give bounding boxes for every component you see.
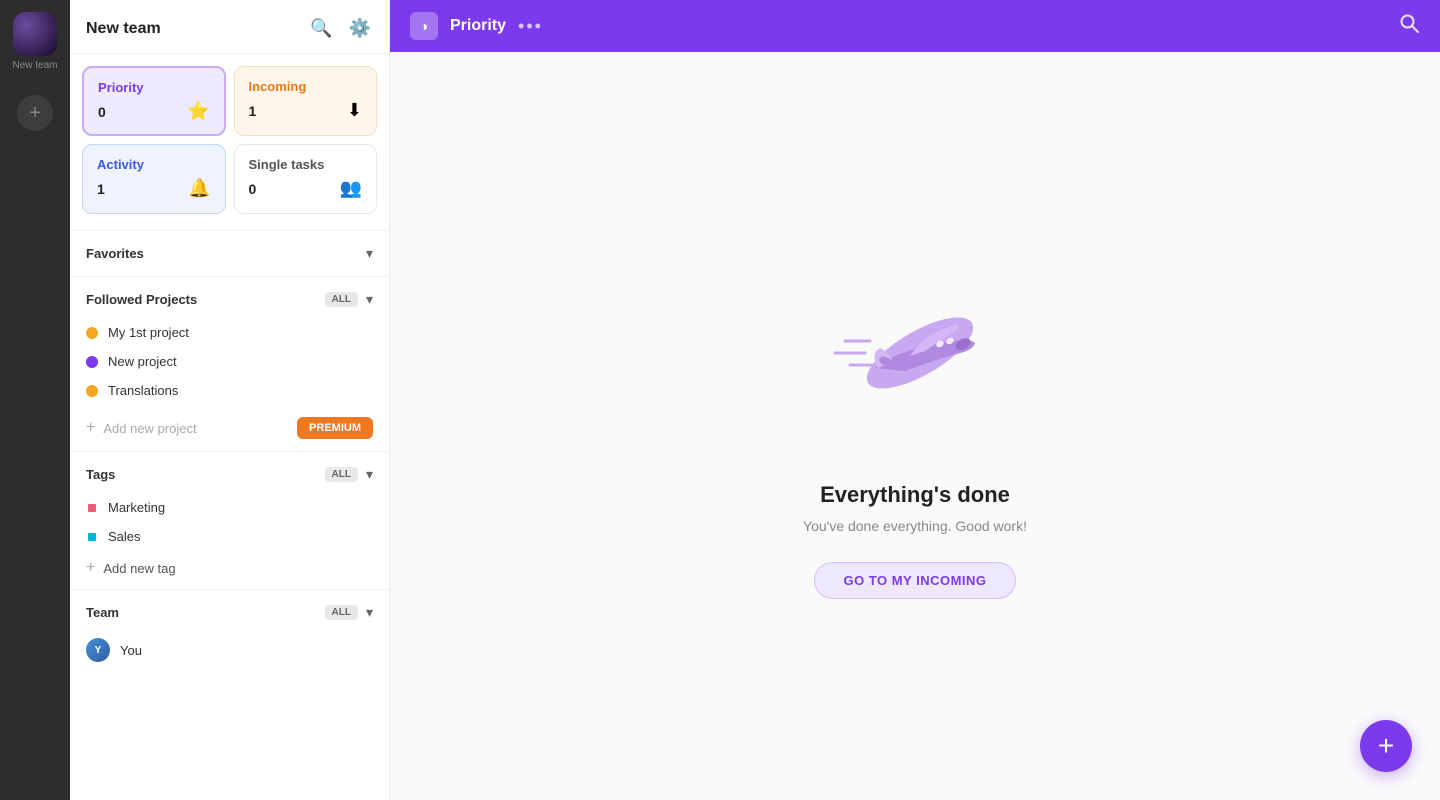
favorites-chevron-icon: ▾ [366, 245, 373, 262]
divider-2 [70, 276, 389, 277]
add-tag-row[interactable]: + Add new tag [70, 551, 389, 585]
sidebar-header-icons: 🔍 ⚙️ [308, 16, 373, 41]
activity-card-label: Activity [97, 157, 211, 172]
topbar-title: Priority [450, 17, 506, 35]
topbar: ◑ Priority ••• [390, 0, 1440, 52]
tags-section-header[interactable]: Tags ALL ▾ [70, 456, 389, 493]
rail-team-label: New team [12, 60, 57, 71]
topbar-more-icon[interactable]: ••• [518, 16, 543, 37]
cards-grid: Priority 0 ⭐ Incoming 1 ⬇ Activity 1 🔔 S… [70, 54, 389, 226]
single-tasks-card[interactable]: Single tasks 0 👥 [234, 144, 378, 214]
priority-card-count: 0 [98, 104, 106, 120]
main-content: Everything's done You've done everything… [390, 52, 1440, 800]
project-dot-translations [86, 385, 98, 397]
illustration-wrapper [815, 253, 1015, 458]
project-name-1st: My 1st project [108, 325, 189, 340]
favorites-section-header[interactable]: Favorites ▾ [70, 235, 389, 272]
incoming-card[interactable]: Incoming 1 ⬇ [234, 66, 378, 136]
project-item-1st[interactable]: My 1st project [82, 318, 377, 347]
topbar-logo: ◑ [410, 12, 438, 40]
search-button[interactable]: 🔍 [308, 16, 334, 41]
followed-projects-header-right: ALL ▾ [325, 291, 373, 308]
incoming-arrow-icon: ⬇ [347, 100, 362, 121]
tag-marketing-icon [84, 499, 101, 516]
done-illustration [815, 253, 1015, 453]
plus-icon: + [29, 102, 41, 125]
project-dot-new [86, 356, 98, 368]
single-tasks-card-count: 0 [249, 181, 257, 197]
project-item-new[interactable]: New project [82, 347, 377, 376]
main-wrapper: ◑ Priority ••• [390, 0, 1440, 800]
tag-name-sales: Sales [108, 529, 141, 544]
activity-card-count: 1 [97, 181, 105, 197]
tags-all-badge[interactable]: ALL [325, 467, 358, 482]
tags-header-right: ALL ▾ [325, 466, 373, 483]
team-section-header[interactable]: Team ALL ▾ [70, 594, 389, 631]
add-team-button[interactable]: + [17, 95, 53, 131]
incoming-card-count: 1 [249, 103, 257, 119]
empty-title: Everything's done [820, 482, 1010, 508]
go-incoming-button[interactable]: GO TO MY INCOMING [814, 562, 1015, 599]
incoming-card-label: Incoming [249, 79, 363, 94]
empty-subtitle: You've done everything. Good work! [803, 518, 1027, 534]
project-name-new: New project [108, 354, 177, 369]
divider-4 [70, 589, 389, 590]
sidebar: New team 🔍 ⚙️ Priority 0 ⭐ Incoming 1 ⬇ … [70, 0, 390, 800]
settings-button[interactable]: ⚙️ [347, 16, 373, 41]
add-tag-plus-icon: + [86, 559, 95, 577]
followed-projects-all-badge[interactable]: ALL [325, 292, 358, 307]
sidebar-header: New team 🔍 ⚙️ [70, 0, 389, 54]
team-header-right: ALL ▾ [325, 604, 373, 621]
priority-card-bottom: 0 ⭐ [98, 101, 210, 122]
project-name-translations: Translations [108, 383, 178, 398]
followed-projects-chevron-icon: ▾ [366, 291, 373, 308]
team-avatar-btn[interactable] [13, 12, 57, 56]
team-avatar [13, 12, 57, 56]
activity-card-bottom: 1 🔔 [97, 178, 211, 199]
topbar-logo-icon: ◑ [420, 18, 428, 34]
left-rail: New team + [0, 0, 70, 800]
activity-bell-icon: 🔔 [188, 178, 210, 199]
add-project-text[interactable]: Add new project [103, 421, 196, 436]
single-tasks-card-label: Single tasks [249, 157, 363, 172]
followed-projects-header[interactable]: Followed Projects ALL ▾ [70, 281, 389, 318]
incoming-card-bottom: 1 ⬇ [249, 100, 363, 121]
favorites-label: Favorites [86, 246, 144, 261]
sidebar-title: New team [86, 20, 161, 38]
team-label: Team [86, 605, 119, 620]
tags-chevron-icon: ▾ [366, 466, 373, 483]
project-item-translations[interactable]: Translations [82, 376, 377, 405]
team-chevron-icon: ▾ [366, 604, 373, 621]
topbar-search-icon[interactable] [1398, 12, 1420, 40]
team-member-you-avatar: Y [86, 638, 110, 662]
tag-name-marketing: Marketing [108, 500, 165, 515]
team-member-you-name: You [120, 643, 142, 658]
divider-3 [70, 451, 389, 452]
tag-item-sales[interactable]: Sales [70, 522, 389, 551]
tag-sales-icon [84, 528, 101, 545]
tag-item-marketing[interactable]: Marketing [70, 493, 389, 522]
tags-label: Tags [86, 467, 115, 482]
priority-card-label: Priority [98, 80, 210, 95]
project-dot-1st [86, 327, 98, 339]
single-tasks-card-bottom: 0 👥 [249, 178, 363, 199]
premium-button[interactable]: PREMIUM [297, 417, 373, 439]
fab-add-button[interactable]: + [1360, 720, 1412, 772]
team-member-you[interactable]: Y You [70, 631, 389, 669]
single-tasks-group-icon: 👥 [340, 178, 362, 199]
add-project-row: + Add new project PREMIUM [70, 409, 389, 447]
divider-1 [70, 230, 389, 231]
priority-card[interactable]: Priority 0 ⭐ [82, 66, 226, 136]
add-project-plus-icon: + [86, 419, 95, 437]
followed-projects-label: Followed Projects [86, 292, 197, 307]
project-list: My 1st project New project Translations [70, 318, 389, 405]
add-tag-text: Add new tag [103, 561, 175, 576]
team-all-badge[interactable]: ALL [325, 605, 358, 620]
priority-star-icon: ⭐ [187, 101, 209, 122]
activity-card[interactable]: Activity 1 🔔 [82, 144, 226, 214]
